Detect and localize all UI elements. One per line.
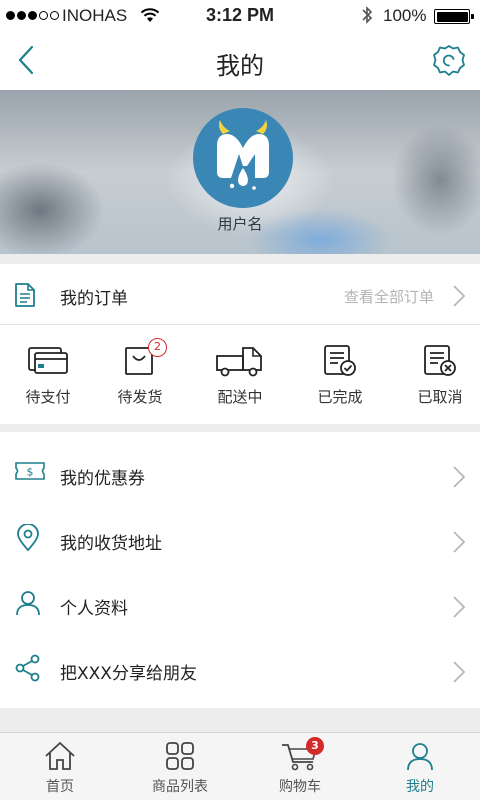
battery-percent: 100%: [383, 6, 427, 25]
chevron-right-icon: [452, 284, 466, 312]
order-status-label: 配送中: [217, 388, 263, 406]
truck-icon: [215, 344, 265, 382]
menu-list: $ 我的优惠券 我的收货地址 个人资料 把XXX分享给朋友: [0, 432, 480, 708]
order-status-awaiting-shipment[interactable]: 2 待发货: [92, 326, 188, 424]
gear-icon: [433, 45, 465, 76]
doc-check-icon: [322, 344, 358, 382]
badge-count: 2: [148, 338, 167, 357]
tab-label: 购物车: [279, 779, 321, 795]
order-status-cancelled[interactable]: 已取消: [392, 326, 480, 424]
menu-item-label: 我的收货地址: [60, 534, 162, 554]
document-icon: [14, 282, 36, 312]
tab-label: 首页: [46, 779, 74, 795]
menu-item-profile[interactable]: 个人资料: [0, 569, 480, 634]
battery-fill: [436, 11, 468, 22]
tab-bar: 首页 商品列表 3 购物车 我的: [0, 732, 480, 800]
location-pin-icon: [14, 523, 42, 556]
order-status-label: 待支付: [25, 388, 71, 406]
avatar[interactable]: [193, 108, 293, 208]
menu-item-label: 个人资料: [60, 599, 128, 619]
coupon-icon: $: [14, 459, 46, 487]
tab-cart[interactable]: 3 购物车: [240, 733, 360, 800]
my-orders-label: 我的订单: [60, 289, 128, 309]
order-status-row: 待支付 2 待发货 配送中 已完成 已取消: [0, 326, 480, 424]
tab-products[interactable]: 商品列表: [120, 733, 240, 800]
chevron-right-icon: [452, 660, 466, 688]
home-icon: [44, 741, 76, 775]
bluetooth-icon: [360, 5, 374, 29]
grid-icon: [165, 741, 195, 775]
order-status-label: 待发货: [117, 388, 163, 406]
profile-banner: 用户名: [0, 90, 480, 254]
tab-label: 我的: [406, 779, 434, 795]
person-icon: [14, 589, 42, 621]
nav-bar: 我的: [0, 30, 480, 90]
card-icon: [27, 344, 69, 380]
status-bar: INOHAS 3:12 PM 100%: [0, 0, 480, 30]
order-status-in-delivery[interactable]: 配送中: [192, 326, 288, 424]
tab-home[interactable]: 首页: [0, 733, 120, 800]
battery-icon: [434, 9, 474, 24]
settings-button[interactable]: [430, 42, 468, 80]
menu-item-shipping-address[interactable]: 我的收货地址: [0, 504, 480, 569]
person-icon: [405, 741, 435, 775]
menu-item-coupons[interactable]: $ 我的优惠券: [0, 439, 480, 504]
order-status-completed[interactable]: 已完成: [292, 326, 388, 424]
order-status-label: 已取消: [417, 388, 463, 406]
menu-item-label: 我的优惠券: [60, 469, 145, 489]
tab-mine[interactable]: 我的: [360, 733, 480, 800]
view-all-orders-link[interactable]: 查看全部订单: [344, 286, 434, 307]
my-orders-row[interactable]: 我的订单 查看全部订单: [0, 264, 480, 325]
chevron-right-icon: [452, 465, 466, 493]
orders-card: 我的订单 查看全部订单 待支付 2 待发货 配送中 已完成 已取消: [0, 264, 480, 424]
chevron-right-icon: [452, 595, 466, 623]
menu-item-share[interactable]: 把XXX分享给朋友: [0, 634, 480, 699]
share-icon: [14, 654, 42, 686]
doc-cancel-icon: [422, 344, 458, 382]
cart-badge: 3: [306, 737, 324, 755]
menu-item-label: 把XXX分享给朋友: [60, 664, 197, 684]
order-status-pending-payment[interactable]: 待支付: [0, 326, 96, 424]
tab-label: 商品列表: [152, 779, 208, 795]
chevron-right-icon: [452, 530, 466, 558]
page-title: 我的: [216, 52, 264, 80]
order-status-label: 已完成: [317, 388, 363, 406]
svg-text:$: $: [27, 466, 34, 479]
username[interactable]: 用户名: [0, 213, 480, 234]
